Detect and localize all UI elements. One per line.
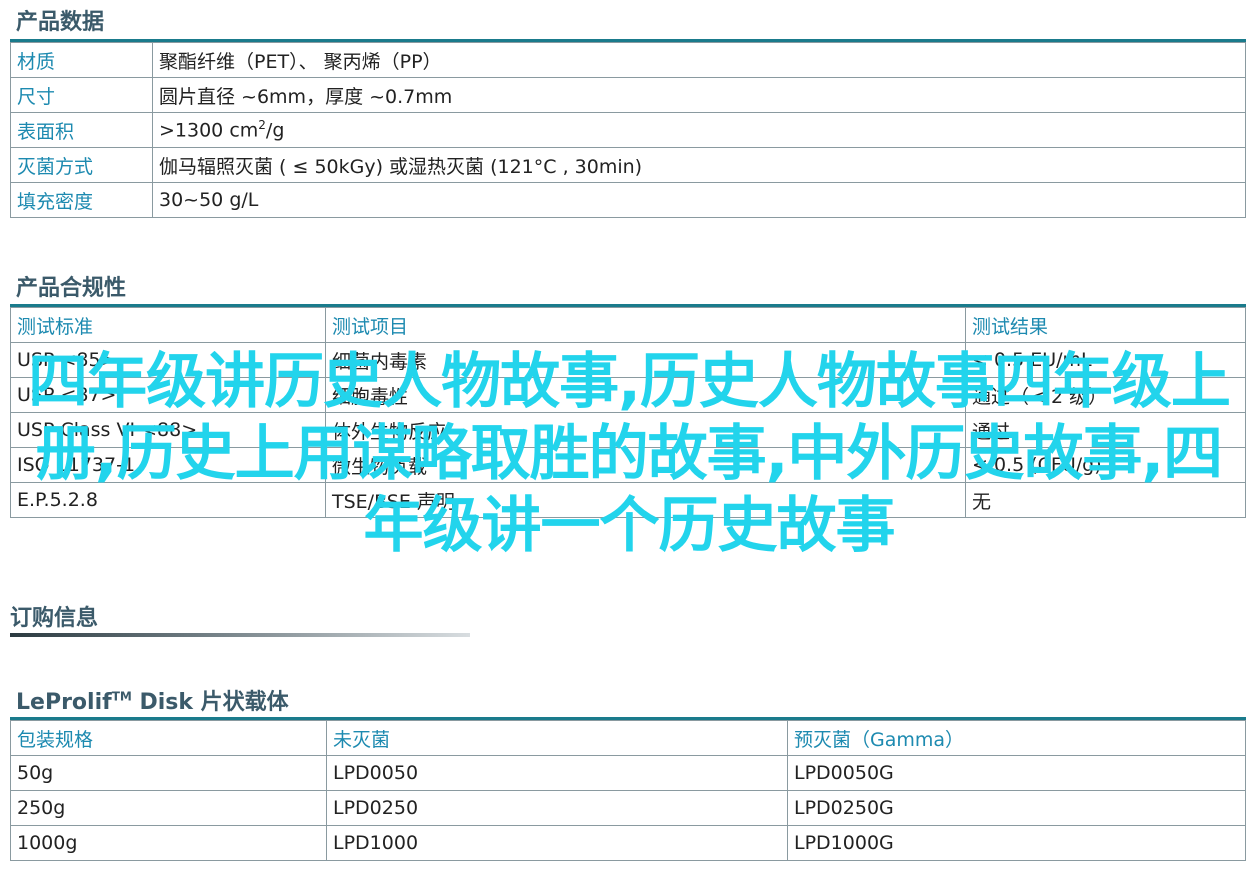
section-title-disk: LeProlifTM Disk 片状载体 (16, 684, 289, 716)
section-title-compliance: 产品合规性 (16, 276, 127, 301)
table-cell: 50g (10, 755, 327, 791)
column-header: 测试结果 (965, 307, 1246, 343)
table-row: E.P.5.2.8 TSE/BSE 声明 无 (10, 482, 1246, 518)
table-cell: LPD1000G (787, 825, 1246, 861)
table-cell: 250g (10, 790, 327, 826)
table-row: USP Class VI <88> 体外生物反应 通过 (10, 412, 1246, 448)
table-cell: 无 (965, 482, 1246, 518)
table-cell: USP <85> (10, 342, 326, 378)
product-data-table: 材质 聚酯纤维（PET）、 聚丙烯（PP） 尺寸 圆片直径 ~6mm，厚度 ~0… (10, 42, 1246, 218)
table-cell: 细菌内毒素 (325, 342, 966, 378)
row-value: 圆片直径 ~6mm，厚度 ~0.7mm (152, 77, 1246, 113)
row-value: 伽马辐照灭菌 ( ≤ 50kGy) 或湿热灭菌 (121°C , 30min) (152, 147, 1246, 183)
table-cell: 通过 (965, 412, 1246, 448)
order-title-underline (10, 633, 470, 637)
table-row: 50g LPD0050 LPD0050G (10, 755, 1246, 791)
table-cell: < 0.5 EU/mL (965, 342, 1246, 378)
table-cell: 体外生物反应 (325, 412, 966, 448)
table-cell: < 0.5 (CFU/g) (965, 447, 1246, 483)
table-cell: ISO 11737-1 (10, 447, 326, 483)
table-cell: LPD1000 (326, 825, 788, 861)
value-prefix: >1300 cm (159, 119, 259, 142)
trademark-mark: TM (111, 689, 132, 704)
table-header-row: 包装规格 未灭菌 预灭菌（Gamma） (10, 720, 1246, 756)
column-header: 未灭菌 (326, 720, 788, 756)
row-value: 聚酯纤维（PET）、 聚丙烯（PP） (152, 42, 1246, 78)
column-header: 预灭菌（Gamma） (787, 720, 1246, 756)
table-cell: 微生物负载 (325, 447, 966, 483)
table-cell: LPD0050 (326, 755, 788, 791)
table-cell: USP Class VI <88> (10, 412, 326, 448)
table-cell: 1000g (10, 825, 327, 861)
table-header-row: 测试标准 测试项目 测试结果 (10, 307, 1246, 343)
table-row: USP <87> 细胞毒性 通过（< 2 级） (10, 377, 1246, 413)
table-row: 灭菌方式 伽马辐照灭菌 ( ≤ 50kGy) 或湿热灭菌 (121°C , 30… (10, 147, 1246, 183)
section-title-order-info: 订购信息 (10, 606, 99, 631)
column-header: 测试项目 (325, 307, 966, 343)
table-row: 表面积 >1300 cm2/g (10, 112, 1246, 148)
section-title-product-data: 产品数据 (16, 10, 105, 35)
row-value: 30~50 g/L (152, 182, 1246, 218)
column-header: 包装规格 (10, 720, 327, 756)
compliance-table: 测试标准 测试项目 测试结果 USP <85> 细菌内毒素 < 0.5 EU/m… (10, 307, 1246, 518)
table-row: 填充密度 30~50 g/L (10, 182, 1246, 218)
table-cell: E.P.5.2.8 (10, 482, 326, 518)
value-suffix: /g (265, 119, 285, 142)
table-cell: LPD0250 (326, 790, 788, 826)
table-cell: LPD0050G (787, 755, 1246, 791)
table-cell: TSE/BSE 声明 (325, 482, 966, 518)
row-label: 灭菌方式 (10, 147, 153, 183)
table-row: 1000g LPD1000 LPD1000G (10, 825, 1246, 861)
disk-title-prefix: LeProlif (16, 690, 112, 715)
table-cell: 通过（< 2 级） (965, 377, 1246, 413)
row-label: 表面积 (10, 112, 153, 148)
order-table: 包装规格 未灭菌 预灭菌（Gamma） 50g LPD0050 LPD0050G… (10, 720, 1246, 861)
table-row: USP <85> 细菌内毒素 < 0.5 EU/mL (10, 342, 1246, 378)
table-row: 尺寸 圆片直径 ~6mm，厚度 ~0.7mm (10, 77, 1246, 113)
row-label: 填充密度 (10, 182, 153, 218)
table-cell: USP <87> (10, 377, 326, 413)
table-cell: LPD0250G (787, 790, 1246, 826)
table-row: 250g LPD0250 LPD0250G (10, 790, 1246, 826)
disk-title-suffix: Disk 片状载体 (131, 690, 289, 715)
row-label: 尺寸 (10, 77, 153, 113)
table-row: 材质 聚酯纤维（PET）、 聚丙烯（PP） (10, 42, 1246, 78)
value-superscript: 2 (258, 118, 266, 133)
column-header: 测试标准 (10, 307, 326, 343)
row-value: >1300 cm2/g (152, 112, 1246, 148)
row-label: 材质 (10, 42, 153, 78)
table-row: ISO 11737-1 微生物负载 < 0.5 (CFU/g) (10, 447, 1246, 483)
table-cell: 细胞毒性 (325, 377, 966, 413)
